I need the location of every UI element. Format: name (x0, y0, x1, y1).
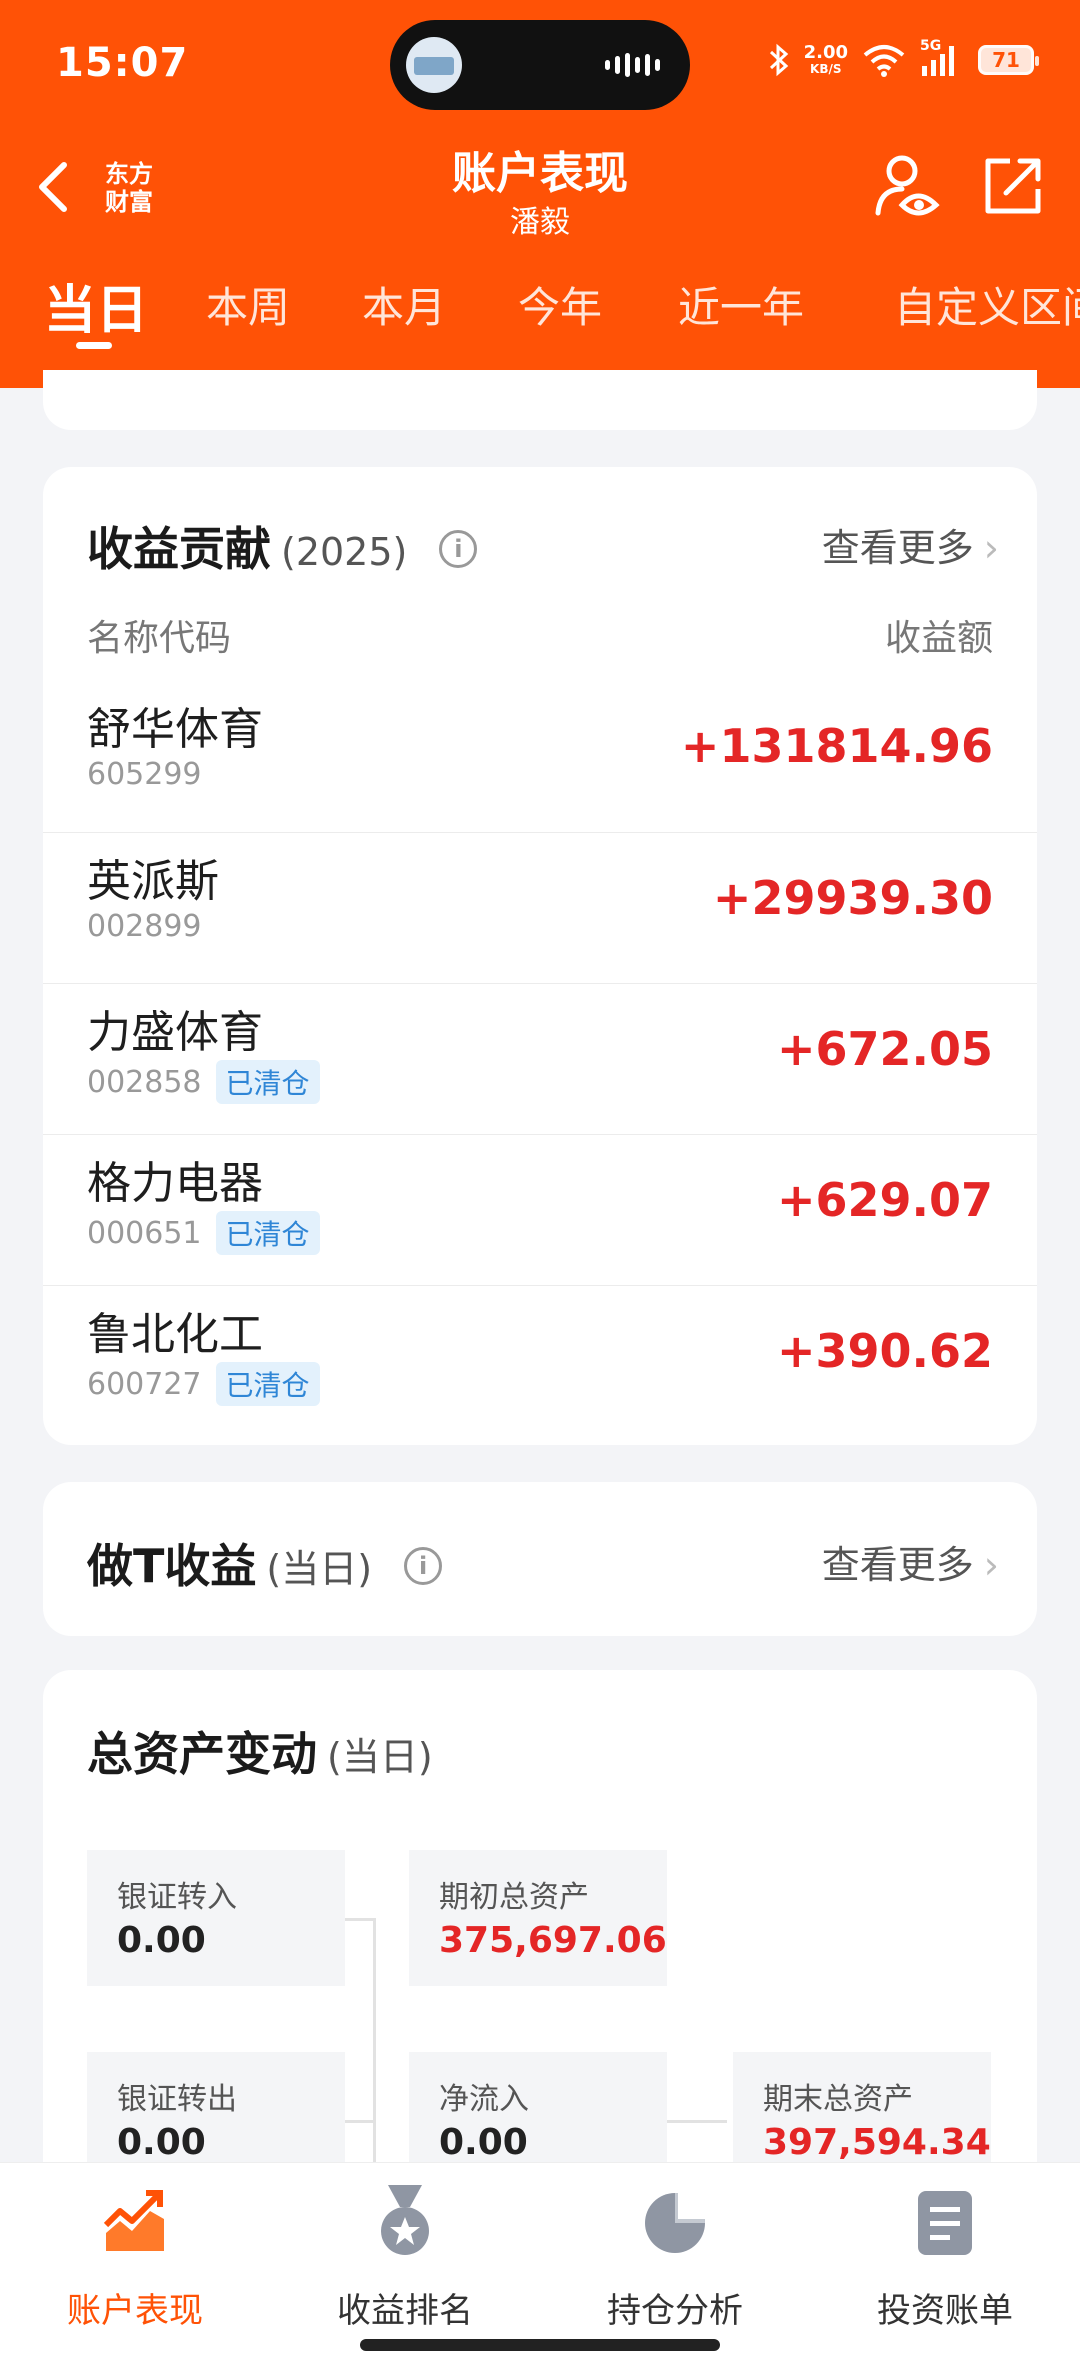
contribution-row[interactable]: 格力电器 000651 已清仓 +629.07 (43, 1134, 1037, 1285)
stock-name: 力盛体育 (87, 1007, 263, 1058)
dynamic-island[interactable] (390, 20, 690, 110)
stock-code: 605299 (87, 757, 202, 792)
flow-connector (345, 1918, 375, 1921)
app-header: 15:07 2.00 KB/S 5G 71 东方 财富 账户表现 潘毅 当日 本… (0, 0, 1080, 388)
stock-profit: +629.07 (776, 1173, 993, 1227)
cleared-badge: 已清仓 (215, 1362, 320, 1406)
asset-value: 0.00 (117, 1920, 206, 1961)
share-export-icon[interactable] (980, 153, 1046, 219)
assets-title: 总资产变动 (当日) (87, 1727, 433, 1781)
tab-last-year[interactable]: 近一年 (678, 274, 804, 335)
tab-this-month[interactable]: 本月 (362, 274, 446, 335)
audio-wave-icon (605, 52, 660, 78)
contribution-row[interactable]: 舒华体育 605299 +131814.96 (43, 681, 1037, 832)
info-icon[interactable]: i (439, 529, 478, 568)
stock-code: 002899 (87, 909, 202, 944)
pie-chart-icon (645, 2189, 708, 2253)
stock-profit: +672.05 (776, 1022, 993, 1076)
trend-chart-icon (103, 2190, 164, 2251)
nav-bar: 东方 财富 账户表现 潘毅 (0, 125, 1080, 250)
stock-code: 600727 已清仓 (87, 1362, 320, 1406)
status-bar: 15:07 2.00 KB/S 5G 71 (0, 0, 1080, 125)
bottom-tab-label: 投资账单 (877, 2291, 1013, 2331)
stock-name: 格力电器 (87, 1158, 263, 1209)
media-thumbnail (406, 37, 462, 93)
status-icons: 2.00 KB/S 5G 71 (768, 38, 1039, 82)
contribution-card: 收益贡献 (2025) i 查看更多 › 名称代码 收益额 舒华体育 605299 … (43, 467, 1037, 1445)
column-header-value: 收益额 (884, 618, 993, 659)
bluetooth-icon (769, 43, 788, 77)
bottom-tab-label: 账户表现 (67, 2291, 203, 2331)
contribution-row[interactable]: 力盛体育 002858 已清仓 +672.05 (43, 983, 1037, 1134)
wifi-icon (863, 45, 905, 77)
opening-assets-box: 期初总资产 375,697.06 (409, 1850, 667, 1986)
active-tab-indicator (76, 342, 112, 349)
stock-name: 舒华体育 (87, 704, 263, 755)
bottom-tab-label: 收益排名 (337, 2291, 473, 2331)
stock-name: 英派斯 (87, 856, 219, 907)
status-time: 15:07 (56, 40, 189, 86)
chevron-right-icon: › (983, 526, 999, 570)
bottom-tab-label: 持仓分析 (607, 2291, 743, 2331)
asset-value: 0.00 (117, 2122, 206, 2163)
bottom-tab-investment-bill[interactable]: 投资账单 (810, 2181, 1080, 2341)
column-header-name: 名称代码 (87, 618, 232, 659)
asset-value: 375,697.06 (439, 1920, 667, 1961)
period-tabs: 当日 本周 本月 今年 近一年 自定义区间 (0, 262, 1080, 372)
tab-this-year[interactable]: 今年 (518, 274, 602, 335)
asset-label: 银证转出 (117, 2082, 237, 2117)
net-speed: 2.00 KB/S (803, 42, 848, 77)
cleared-badge: 已清仓 (215, 1060, 320, 1104)
cleared-badge: 已清仓 (215, 1211, 320, 1255)
user-privacy-icon[interactable] (872, 151, 944, 223)
bottom-tab-account-performance[interactable]: 账户表现 (0, 2181, 270, 2341)
stock-code: 000651 已清仓 (87, 1211, 320, 1255)
stock-profit: +29939.30 (712, 871, 993, 925)
tab-this-week[interactable]: 本周 (206, 274, 290, 335)
contribution-more-link[interactable]: 查看更多 › (822, 517, 999, 572)
medal-icon (381, 2185, 429, 2255)
contribution-title: 收益贡献 (2025) i (87, 513, 478, 579)
stock-profit: +131814.96 (680, 719, 993, 773)
battery-indicator: 71 (978, 45, 1039, 75)
stock-name: 鲁北化工 (87, 1309, 263, 1360)
previous-card-bottom (43, 370, 1037, 430)
asset-label: 净流入 (439, 2082, 529, 2117)
t-profit-more-link[interactable]: 查看更多 › (822, 1534, 999, 1589)
asset-value: 0.00 (439, 2122, 528, 2163)
asset-label: 期末总资产 (763, 2082, 913, 2117)
asset-label: 期初总资产 (439, 1880, 589, 1915)
flow-connector (667, 2120, 727, 2123)
bottom-tab-profit-ranking[interactable]: 收益排名 (270, 2181, 540, 2341)
t-profit-title: 做T收益 (当日) i (87, 1530, 443, 1596)
bottom-tab-holdings-analysis[interactable]: 持仓分析 (540, 2181, 810, 2341)
chevron-right-icon: › (983, 1543, 999, 1587)
t-trade-profit-card[interactable]: 做T收益 (当日) i 查看更多 › (43, 1482, 1037, 1636)
tab-today[interactable]: 当日 (44, 268, 148, 343)
asset-value: 397,594.34 (763, 2122, 991, 2163)
tab-custom-range[interactable]: 自定义区间 (894, 274, 1080, 335)
asset-label: 银证转入 (117, 1880, 237, 1915)
stock-code: 002858 已清仓 (87, 1060, 320, 1104)
contribution-row[interactable]: 鲁北化工 600727 已清仓 +390.62 (43, 1285, 1037, 1436)
home-indicator[interactable] (360, 2339, 720, 2351)
stock-profit: +390.62 (776, 1324, 993, 1378)
bill-icon (918, 2191, 972, 2255)
cellular-signal-icon: 5G (920, 38, 964, 78)
contribution-row[interactable]: 英派斯 002899 +29939.30 (43, 832, 1037, 983)
info-icon[interactable]: i (404, 1546, 443, 1585)
flow-connector (345, 2120, 375, 2123)
bank-transfer-in-box: 银证转入 0.00 (87, 1850, 345, 1986)
